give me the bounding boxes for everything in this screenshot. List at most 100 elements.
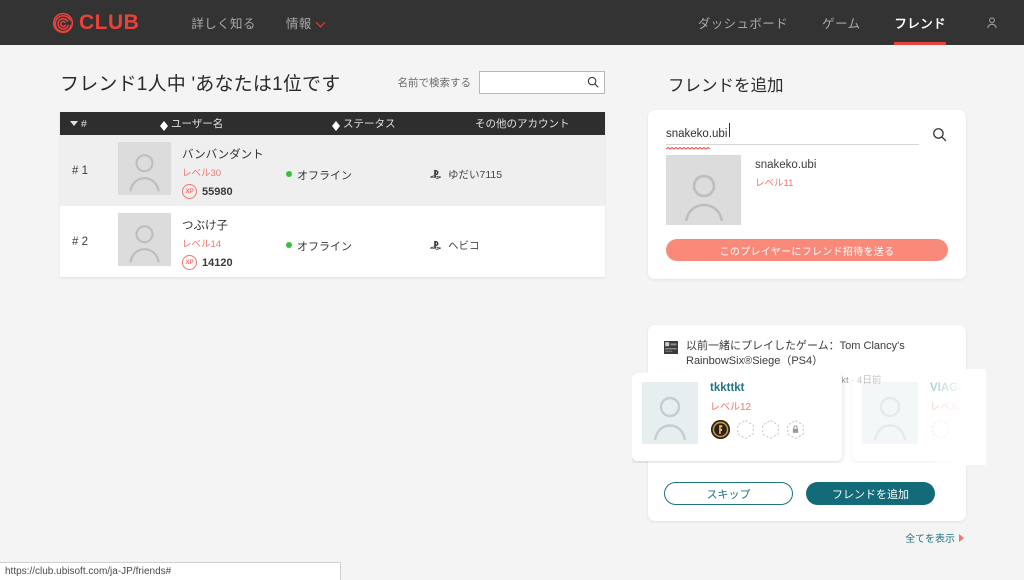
browser-status-bar: https://club.ubisoft.com/ja-JP/friends# (0, 562, 341, 580)
locked-hex-badge-icon (785, 419, 806, 440)
sort-diamond-icon (160, 121, 168, 131)
friends-table: # ユーザー名 ステータス その他のアカウント # 1 バンバンダント レベル3… (60, 112, 605, 277)
show-all-label: 全てを表示 (905, 534, 955, 546)
row-user-cell: つぶけ子 レベル14 XP 14120 (118, 213, 290, 270)
friends-search-block: 名前で検索する (397, 70, 605, 94)
page-root: CLUB 詳しく知る 情報 ダッシュボード ゲーム フレンド フレンド1人中 '… (0, 0, 1024, 580)
nav-item-dashboard[interactable]: ダッシュボード (698, 0, 788, 45)
row-status-cell: オフライン (286, 159, 429, 183)
status-bar-url: https://club.ubisoft.com/ja-JP/friends# (5, 566, 172, 577)
top-navigation-bar: CLUB 詳しく知る 情報 ダッシュボード ゲーム フレンド (0, 0, 1024, 45)
suggestion-actions: スキップ フレンドを追加 (664, 482, 950, 506)
row-user-cell: バンバンダント レベル30 XP 55980 (118, 142, 290, 199)
send-friend-invite-button[interactable]: このプレイヤーにフレンド招待を送る (666, 239, 948, 261)
column-header-status-label: ステータス (343, 118, 396, 130)
suggested-profiles-carousel[interactable]: tkkttkt レベル12 VIAGI レベル (632, 373, 982, 463)
friends-list-section: フレンド1人中 'あなたは1位です 名前で検索する # ユーザー名 ステータス … (60, 60, 605, 277)
column-header-username-label: ユーザー名 (171, 118, 224, 130)
chevron-down-icon (317, 18, 326, 27)
row-user-meta: つぶけ子 レベル14 XP 14120 (182, 213, 233, 270)
row-other-account-name: ゆだい7115 (448, 169, 503, 181)
empty-hex-badge-icon (760, 419, 781, 440)
table-row[interactable]: # 1 バンバンダント レベル30 XP 55980 オフライン ゆだい7115 (60, 135, 605, 206)
avatar (118, 213, 171, 266)
chevron-right-icon (959, 533, 964, 542)
column-header-username[interactable]: ユーザー名 (160, 116, 332, 131)
friends-table-header: # ユーザー名 ステータス その他のアカウント (60, 112, 605, 135)
nav-item-games[interactable]: ゲーム (822, 0, 860, 45)
xp-badge-icon: XP (182, 184, 197, 199)
add-friend-search-input[interactable] (666, 128, 919, 145)
column-header-rank[interactable]: # (60, 118, 160, 130)
playstation-icon (429, 168, 442, 181)
status-dot-icon (286, 170, 292, 177)
table-row[interactable]: # 2 つぶけ子 レベル14 XP 14120 オフライン ヘビコ (60, 206, 605, 277)
status-dot-icon (286, 241, 292, 248)
nav-item-info-label: 情報 (285, 17, 312, 31)
suggested-profile-level: レベル (930, 402, 960, 413)
suggested-profile-name[interactable]: VIAGI (930, 382, 961, 394)
row-username[interactable]: バンバンダント (182, 146, 264, 162)
nav-item-games-label: ゲーム (822, 17, 861, 31)
suggested-profile-meta: VIAGI レベル (930, 382, 961, 452)
row-other-account-cell: ヘビコ (429, 230, 605, 253)
game-thumbnail-icon (664, 341, 678, 354)
empty-hex-badge-icon (930, 419, 951, 440)
add-friend-result-row[interactable]: snakeko.ubi レベル11 (666, 155, 948, 225)
suggested-profile-badges (710, 419, 806, 440)
search-icon[interactable] (586, 75, 600, 89)
nav-item-friends-label: フレンド (894, 17, 946, 31)
page-title: フレンド1人中 'あなたは1位です (60, 73, 341, 95)
show-all-link[interactable]: 全てを表示 (648, 530, 966, 545)
playstation-icon (429, 239, 442, 252)
avatar (118, 142, 171, 195)
row-level: レベル14 (182, 239, 222, 250)
primary-nav-left: 詳しく知る 情報 (191, 13, 325, 32)
suggested-profile-card[interactable]: tkkttkt レベル12 (632, 373, 842, 461)
row-xp-value: 14120 (202, 256, 233, 269)
filled-medal-badge-icon (710, 419, 731, 440)
row-user-meta: バンバンダント レベル30 XP 55980 (182, 142, 264, 199)
suggestion-headline: 以前一緒にプレイしたゲーム：Tom Clancy's RainbowSix®Si… (686, 340, 905, 368)
nav-item-learn-more[interactable]: 詳しく知る (191, 13, 256, 32)
primary-nav-right: ダッシュボード ゲーム フレンド (698, 0, 1004, 45)
suggested-profile-card[interactable]: VIAGI レベル (852, 373, 982, 461)
row-status-label: オフライン (297, 169, 352, 182)
avatar (666, 155, 741, 225)
suggested-profile-badges (930, 419, 961, 440)
column-header-status[interactable]: ステータス (332, 116, 475, 131)
nav-item-friends[interactable]: フレンド (894, 0, 946, 45)
add-friend-result-meta: snakeko.ubi レベル11 (755, 155, 816, 225)
add-friend-card: snakeko.ubi レベル11 このプレイヤーにフレンド招待を送る (648, 110, 966, 279)
row-xp: XP 55980 (182, 184, 264, 199)
friends-search-box[interactable] (479, 70, 605, 94)
row-xp-value: 55980 (202, 185, 233, 198)
column-header-other-accounts: その他のアカウント (475, 116, 605, 131)
add-friend-search-row (665, 123, 948, 150)
suggested-profile-name[interactable]: tkkttkt (710, 382, 806, 394)
add-friend-result-name: snakeko.ubi (755, 159, 817, 171)
friends-search-input[interactable] (486, 75, 586, 89)
suggested-profile-level: レベル12 (710, 402, 752, 413)
add-friend-button[interactable]: フレンドを追加 (806, 482, 935, 506)
xp-badge-icon: XP (182, 255, 197, 270)
row-other-account-cell: ゆだい7115 (429, 159, 605, 182)
add-friend-panel-title: フレンドを追加 (668, 77, 784, 95)
sort-caret-down-icon (70, 121, 78, 126)
column-header-other-accounts-label: その他のアカウント (475, 118, 570, 130)
skip-button[interactable]: スキップ (664, 482, 793, 506)
row-other-account-name: ヘビコ (448, 240, 480, 252)
friends-search-label: 名前で検索する (397, 76, 472, 89)
add-friend-input-wrap (665, 123, 919, 150)
search-icon[interactable] (931, 126, 948, 143)
nav-item-info[interactable]: 情報 (286, 13, 326, 32)
row-xp: XP 14120 (182, 255, 233, 270)
brand-logo[interactable]: CLUB (52, 12, 139, 34)
suggested-profile-meta: tkkttkt レベル12 (710, 382, 806, 452)
account-person-icon[interactable] (980, 11, 1004, 35)
text-caret (729, 123, 730, 137)
nav-item-dashboard-label: ダッシュボード (697, 17, 789, 31)
row-username[interactable]: つぶけ子 (182, 217, 233, 233)
avatar (862, 382, 918, 444)
add-friend-result-level: レベル11 (755, 178, 794, 189)
